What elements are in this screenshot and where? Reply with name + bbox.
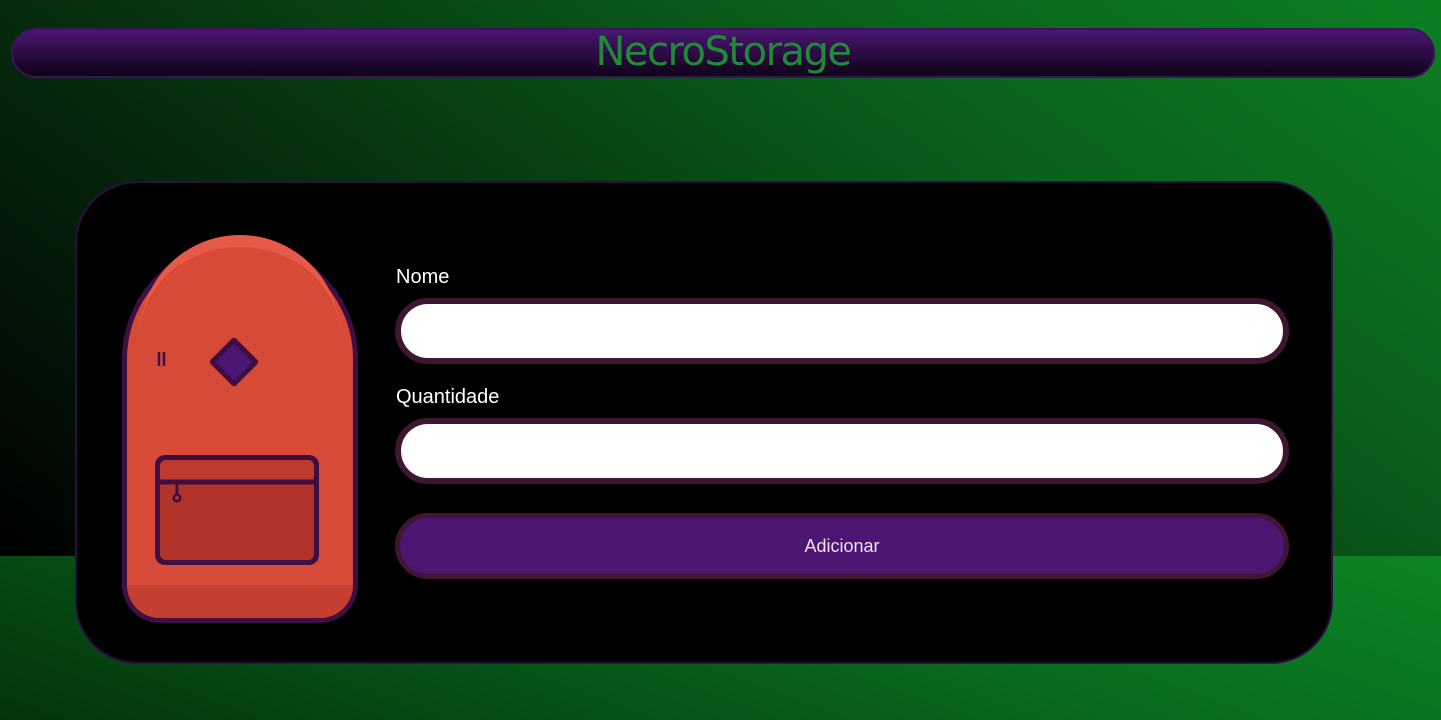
quantity-input[interactable] [395,418,1289,484]
backpack-icon [122,235,358,625]
app-header: NecroStorage [11,28,1435,78]
name-label: Nome [396,266,450,288]
name-input[interactable] [395,298,1289,364]
quantity-label: Quantidade [396,386,500,408]
add-button[interactable]: Adicionar [395,513,1289,579]
add-item-form: Nome Quantidade Adicionar [395,265,1291,579]
app-title: NecroStorage [595,29,852,75]
add-item-card: Nome Quantidade Adicionar [75,181,1333,664]
